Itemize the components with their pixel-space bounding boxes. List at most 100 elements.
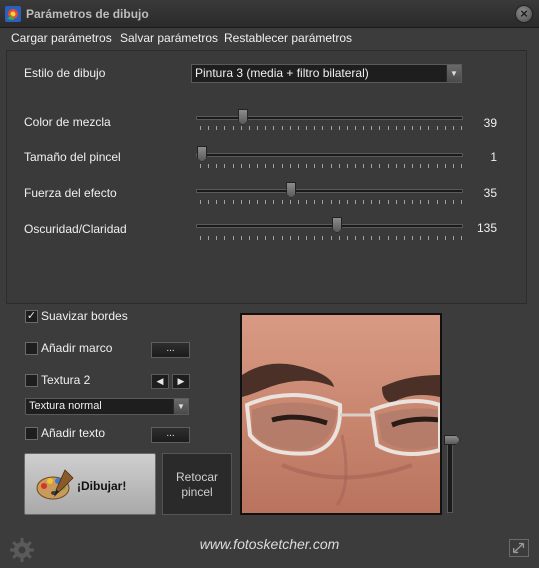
texture-prev-button[interactable]: ◀ <box>151 374 169 389</box>
add-text-checkbox[interactable] <box>25 427 38 440</box>
slider-tick <box>354 164 356 168</box>
slider-tick <box>395 236 397 240</box>
texture-label: Textura 2 <box>41 373 91 387</box>
slider-tick <box>444 236 446 240</box>
style-select-value: Pintura 3 (media + filtro bilateral) <box>195 66 369 80</box>
slider-tick <box>273 164 275 168</box>
slider-tick <box>371 200 373 204</box>
retouch-brush-button[interactable]: Retocar pincel <box>162 453 232 515</box>
slider-tick <box>314 164 316 168</box>
texture-next-button[interactable]: ▶ <box>172 374 190 389</box>
slider-track[interactable] <box>196 189 463 193</box>
slider-tick <box>379 126 381 130</box>
close-button[interactable]: × <box>515 5 533 23</box>
slider-tick <box>248 126 250 130</box>
retouch-brush-label-line1: Retocar <box>175 470 219 484</box>
zoom-slider-track[interactable] <box>447 440 453 513</box>
slider-tick <box>387 126 389 130</box>
slider-tick <box>265 164 267 168</box>
slider-tick <box>428 126 430 130</box>
slider-tick <box>216 126 218 130</box>
style-select[interactable]: Pintura 3 (media + filtro bilateral) ▼ <box>191 64 462 83</box>
slider-tick <box>216 236 218 240</box>
title-bar: Parámetros de dibujo × <box>0 0 539 28</box>
zoom-slider-thumb[interactable] <box>444 435 460 445</box>
smooth-edges-checkbox[interactable]: ✓ <box>25 310 38 323</box>
slider-tick <box>257 236 259 240</box>
texture-checkbox[interactable] <box>25 374 38 387</box>
menu-bar: Cargar parámetros Salvar parámetros Rest… <box>0 28 539 49</box>
draw-button[interactable]: ¡Dibujar! <box>24 453 156 515</box>
slider-tick <box>363 200 365 204</box>
preview-image[interactable] <box>240 313 442 515</box>
menu-reset-settings[interactable]: Restablecer parámetros <box>224 31 352 45</box>
slider-tick <box>363 126 365 130</box>
website-link[interactable]: www.fotosketcher.com <box>0 536 539 552</box>
slider-value: 39 <box>483 116 497 130</box>
slider-tick <box>248 200 250 204</box>
resize-icon[interactable] <box>509 539 529 557</box>
add-text-label: Añadir texto <box>41 426 106 440</box>
slider-tick <box>216 200 218 204</box>
slider-tick <box>420 126 422 130</box>
slider-tick <box>420 200 422 204</box>
slider-tick <box>224 164 226 168</box>
slider-tick <box>412 164 414 168</box>
slider-tick <box>314 236 316 240</box>
slider-tick <box>322 164 324 168</box>
slider-tick <box>436 164 438 168</box>
slider-tick <box>461 164 462 168</box>
slider-tick <box>354 126 356 130</box>
slider-tick <box>281 126 283 130</box>
slider-tick <box>200 236 201 240</box>
slider-tick <box>322 200 324 204</box>
slider-tick <box>330 126 332 130</box>
add-text-options-button[interactable]: ... <box>151 427 190 443</box>
slider-tick <box>371 164 373 168</box>
smooth-edges-label: Suavizar bordes <box>41 309 128 323</box>
slider-tick <box>289 126 291 130</box>
slider-tick <box>387 164 389 168</box>
slider-tick <box>403 236 405 240</box>
slider-tick <box>265 236 267 240</box>
slider-track[interactable] <box>196 116 463 120</box>
slider-track[interactable] <box>196 153 463 157</box>
slider-label: Oscuridad/Claridad <box>24 222 127 236</box>
slider-tick <box>248 236 250 240</box>
slider-tick <box>200 126 201 130</box>
slider-tick <box>363 236 365 240</box>
slider-ticks <box>200 126 462 131</box>
slider-label: Fuerza del efecto <box>24 186 117 200</box>
add-frame-options-button[interactable]: ... <box>151 342 190 358</box>
menu-load-settings[interactable]: Cargar parámetros <box>11 31 112 45</box>
slider-tick <box>403 126 405 130</box>
slider-tick <box>306 200 308 204</box>
window-title: Parámetros de dibujo <box>26 7 149 21</box>
slider-tick <box>216 164 218 168</box>
slider-tick <box>452 200 454 204</box>
slider-tick <box>379 236 381 240</box>
slider-tick <box>289 164 291 168</box>
slider-tick <box>428 200 430 204</box>
slider-tick <box>273 236 275 240</box>
slider-tick <box>273 200 275 204</box>
slider-tick <box>306 164 308 168</box>
slider-tick <box>444 126 446 130</box>
preview-face-image <box>242 315 440 513</box>
texture-select[interactable]: Textura normal ▼ <box>25 398 189 415</box>
chevron-down-icon[interactable]: ▼ <box>173 399 188 414</box>
add-frame-checkbox[interactable] <box>25 342 38 355</box>
slider-tick <box>322 236 324 240</box>
retouch-brush-label-line2: pincel <box>181 485 213 499</box>
slider-tick <box>371 126 373 130</box>
chevron-down-icon[interactable]: ▼ <box>446 65 461 82</box>
slider-tick <box>354 200 356 204</box>
slider-tick <box>224 236 226 240</box>
slider-tick <box>420 164 422 168</box>
slider-track[interactable] <box>196 224 463 228</box>
slider-tick <box>257 200 259 204</box>
slider-tick <box>240 164 242 168</box>
menu-save-settings[interactable]: Salvar parámetros <box>120 31 218 45</box>
slider-tick <box>306 236 308 240</box>
slider-ticks <box>200 164 462 169</box>
